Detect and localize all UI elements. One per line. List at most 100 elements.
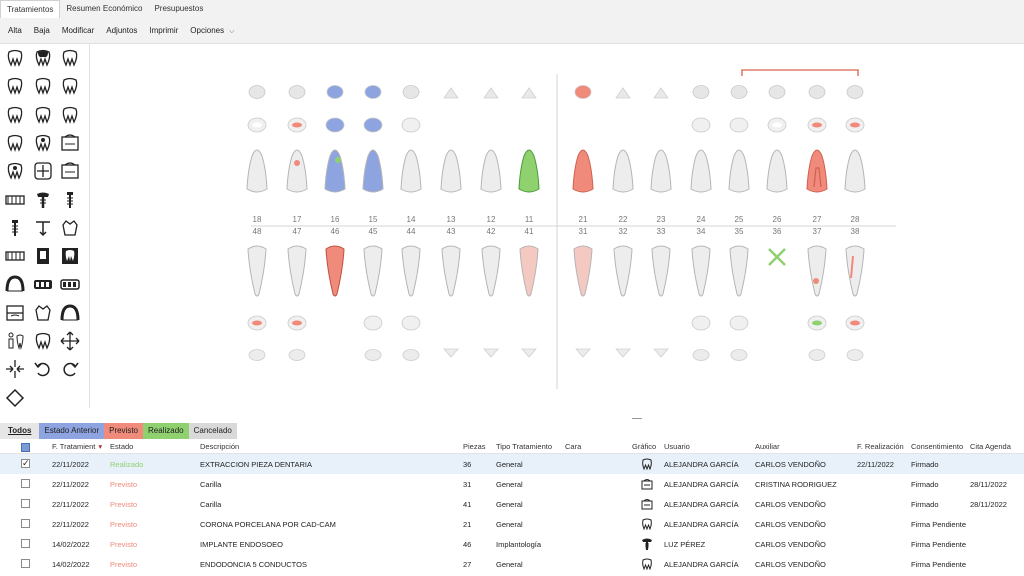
tooth-37-crown (808, 349, 826, 361)
filter-todos[interactable]: Todos (0, 423, 40, 439)
filter-estado-anterior[interactable]: Estado Anterior (39, 423, 105, 439)
col-piezas[interactable]: Piezas (463, 442, 486, 451)
tooth-11-crown (521, 87, 537, 99)
col-cita-agenda[interactable]: Cita Agenda (970, 442, 1011, 451)
col-usuario[interactable]: Usuario (664, 442, 690, 451)
half-box-icon[interactable] (4, 302, 26, 324)
tooth-icon[interactable] (32, 104, 54, 126)
table-header: F. Tratamient ▾ Estado Descripción Piezas… (0, 440, 1024, 454)
opciones-dropdown[interactable]: Opciones ⌵ (184, 18, 240, 44)
col-estado[interactable]: Estado (110, 442, 133, 451)
col-descripcion[interactable]: Descripción (200, 442, 239, 451)
tooth-36-extraction-mark (768, 248, 786, 266)
cell-consentimiento: Firma Pendiente (911, 560, 967, 569)
tooth-34-occlusal (691, 315, 711, 331)
tooth-number: 23 (656, 215, 666, 224)
implant-icon[interactable] (32, 189, 54, 211)
table-row[interactable]: 22/11/2022 Previsto Carilla 31 General ALEJAN… (0, 474, 1024, 494)
tooth-icon[interactable] (4, 47, 26, 69)
adjuntos-button[interactable]: Adjuntos (100, 18, 143, 44)
table-row[interactable]: 22/11/2022 Previsto CORONA PORCELANA POR C… (0, 514, 1024, 534)
post-icon[interactable] (4, 217, 26, 239)
tooth-icon[interactable] (59, 47, 81, 69)
tooth-icon[interactable] (4, 75, 26, 97)
col-auxiliar[interactable]: Auxiliar (755, 442, 780, 451)
tooth-14-occlusal (401, 117, 421, 133)
bridge-icon[interactable] (4, 245, 26, 267)
tooth-28-crown (846, 85, 864, 99)
tooth-icon[interactable] (4, 104, 26, 126)
black-tooth-icon[interactable] (59, 245, 81, 267)
select-all-checkbox[interactable] (21, 443, 30, 452)
table-row[interactable]: 14/02/2022 Previsto ENDODONCIA 5 CONDUCTOS… (0, 554, 1024, 574)
splitter-handle[interactable] (632, 418, 642, 419)
baja-button[interactable]: Baja (28, 18, 56, 44)
cell-tipo: General (496, 460, 523, 469)
black-box-icon[interactable] (32, 245, 54, 267)
tooth-25-crown (730, 85, 748, 99)
lower-row-icon[interactable] (59, 273, 81, 295)
compress-icon[interactable] (4, 358, 26, 380)
row-checkbox[interactable] (21, 559, 30, 568)
col-fecha-realizacion[interactable]: F. Realización (857, 442, 904, 451)
crown-icon[interactable] (59, 217, 81, 239)
cell-usuario: ALEJANDRA GARCÍA (664, 560, 739, 569)
col-cara[interactable]: Cara (565, 442, 581, 451)
table-row[interactable]: 22/11/2022 Realizado EXTRACCION PIEZA DENT… (0, 454, 1024, 474)
tooth-icon[interactable] (59, 75, 81, 97)
tooth-number: 22 (618, 215, 628, 224)
col-consentimiento[interactable]: Consentimiento (911, 442, 963, 451)
tab-bar: Tratamientos Resumen Económico Presupues… (0, 0, 1024, 18)
tab-resumen-economico[interactable]: Resumen Económico (60, 0, 148, 18)
extrusion-icon[interactable] (32, 217, 54, 239)
table-row[interactable]: 22/11/2022 Previsto Carilla 41 General ALEJAN… (0, 494, 1024, 514)
tooth-16-crown (326, 85, 344, 99)
arch-icon[interactable] (4, 273, 26, 295)
tooth-box-icon[interactable] (59, 132, 81, 154)
col-tipo-tratamiento[interactable]: Tipo Tratamiento (496, 442, 552, 451)
col-fecha-tratamiento[interactable]: F. Tratamient ▾ (52, 442, 102, 451)
tab-tratamientos[interactable]: Tratamientos (0, 0, 61, 18)
row-checkbox[interactable] (21, 519, 30, 528)
tooth-icon[interactable] (59, 104, 81, 126)
tooth-15-crown (364, 85, 382, 99)
crown-box-icon[interactable] (4, 189, 26, 211)
table-row[interactable]: 14/02/2022 Previsto IMPLANTE ENDOSOEO 46 Imp… (0, 534, 1024, 554)
tooth-number: 47 (292, 227, 302, 236)
filter-cancelado[interactable]: Cancelado (188, 423, 237, 439)
figures-icon[interactable] (4, 330, 26, 352)
rotate-left-icon[interactable] (32, 358, 54, 380)
crown-outline-icon[interactable] (32, 302, 54, 324)
tooth-15-occlusal (363, 117, 383, 133)
tooth-icon[interactable] (32, 330, 54, 352)
chevron-down-icon: ⌵ (229, 27, 235, 35)
tooth-icon[interactable] (32, 75, 54, 97)
tooth-crown-filled-icon[interactable] (32, 47, 54, 69)
filter-realizado[interactable]: Realizado (143, 423, 189, 439)
tooth-caries-icon[interactable] (32, 132, 54, 154)
diamond-icon[interactable] (4, 387, 26, 409)
tab-presupuestos[interactable]: Presupuestos (148, 0, 209, 18)
row-checkbox[interactable] (21, 499, 30, 508)
alta-button[interactable]: Alta (2, 18, 28, 44)
row-checkbox[interactable] (21, 479, 30, 488)
screw-icon[interactable] (59, 189, 81, 211)
tooth-box-icon[interactable] (59, 160, 81, 182)
cell-auxiliar: CARLOS VENDOÑO (755, 520, 826, 529)
imprimir-button[interactable]: Imprimir (143, 18, 184, 44)
tooth-root-icon[interactable] (4, 160, 26, 182)
row-checkbox[interactable] (21, 539, 30, 548)
col-grafico[interactable]: Gráfico (632, 442, 656, 451)
mouth-icon[interactable] (59, 302, 81, 324)
cell-estado: Realizado (110, 460, 144, 469)
tooth-icon[interactable] (4, 132, 26, 154)
filter-previsto[interactable]: Previsto (104, 423, 144, 439)
upper-row-icon[interactable] (32, 273, 54, 295)
cell-estado: Previsto (110, 560, 138, 569)
cross-box-icon[interactable] (32, 160, 54, 182)
row-checkbox[interactable] (21, 458, 30, 469)
modificar-button[interactable]: Modificar (56, 18, 100, 44)
rotate-right-icon[interactable] (59, 358, 81, 380)
move-icon[interactable] (59, 330, 81, 352)
cell-tipo: General (496, 500, 523, 509)
